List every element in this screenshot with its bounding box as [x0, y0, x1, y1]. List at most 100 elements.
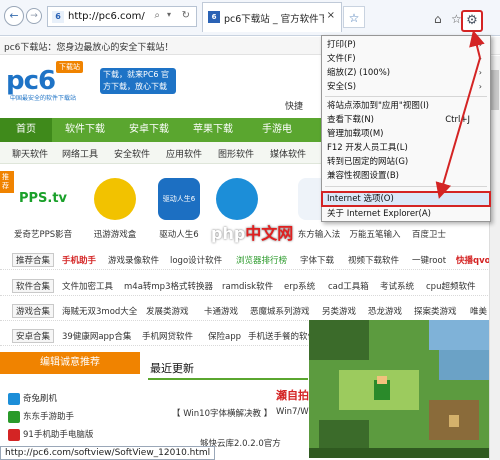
tag-link[interactable]: 视频下载软件	[348, 254, 399, 266]
tag-link[interactable]: 探案类游戏	[414, 305, 457, 317]
tag-link[interactable]: 恐龙游戏	[368, 305, 402, 317]
app-icon	[8, 392, 20, 405]
address-dropdown-icon[interactable]: ▾	[167, 10, 171, 19]
tag-link[interactable]: 考试系统	[380, 280, 414, 292]
app-label: 驱动人生6	[159, 230, 199, 240]
menu-about-ie[interactable]: 关于 Internet Explorer(A)	[322, 207, 490, 221]
editor-pick-label: 奇兔刷机	[23, 394, 58, 404]
quick-link[interactable]: 快捷	[285, 99, 303, 112]
editor-pick-item[interactable]: 奇兔刷机	[8, 392, 57, 405]
search-icon[interactable]: ⌕	[154, 10, 160, 21]
submenu-arrow-icon: ›	[478, 68, 482, 77]
news-link[interactable]: Win7/Wi	[276, 407, 311, 417]
latest-updates-title[interactable]: 最近更新	[150, 360, 194, 376]
logo-badge: 下载站	[56, 61, 83, 73]
menu-print[interactable]: 打印(P) ›	[322, 38, 490, 52]
pps-logo-icon: PPS.tv	[15, 178, 71, 220]
app-label: 爱奇艺PPS影音	[14, 230, 73, 240]
app-label: 迅游游戏盒	[93, 230, 137, 240]
new-tab-button[interactable]: ☆	[343, 6, 365, 28]
editor-picks-title: 编辑诚意推荐	[0, 352, 140, 374]
tag-link[interactable]: logo设计软件	[170, 254, 222, 266]
tag-row-recommended: 推荐合集 手机助手 游戏录像软件 logo设计软件 浏览器排行榜 字体下载 视频…	[0, 250, 500, 270]
menu-shortcut: Ctrl+J	[445, 115, 470, 125]
category-security[interactable]: 安全软件	[114, 147, 150, 160]
tag-link[interactable]: cad工具箱	[328, 280, 369, 292]
menu-dev-tools[interactable]: F12 开发人员工具(L)	[322, 141, 490, 155]
tag-link[interactable]: 保险app	[208, 330, 241, 342]
menu-safety[interactable]: 安全(S) ›	[322, 80, 490, 94]
site-favicon-icon: 6	[52, 11, 64, 23]
tag-link[interactable]: 手机送手餐的软件	[248, 330, 316, 342]
editor-pick-item[interactable]: 东东手游助手	[8, 410, 74, 423]
tab-close-icon[interactable]: ×	[327, 10, 335, 21]
tag-link[interactable]: 游戏录像软件	[108, 254, 159, 266]
tag-link[interactable]: 卡通游戏	[204, 305, 238, 317]
menu-label: 管理加载项(M)	[327, 129, 384, 139]
browser-tab[interactable]: 6 pc6下载站 _ 官方软件下载... ×	[202, 2, 342, 32]
tag-link[interactable]: 手机助手	[62, 254, 96, 266]
tag-link[interactable]: 恶魔城系列游戏	[250, 305, 310, 317]
forward-button[interactable]: →	[26, 8, 42, 24]
tag-link[interactable]: 发展类游戏	[146, 305, 189, 317]
refresh-icon[interactable]: ↻	[182, 10, 190, 21]
category-network[interactable]: 网络工具	[62, 147, 98, 160]
scrollbar-thumb[interactable]	[491, 70, 499, 110]
app-label: 百度卫士	[411, 230, 446, 240]
menu-compat-view[interactable]: 兼容性视图设置(B)	[322, 169, 490, 183]
nav-home[interactable]: 首页	[0, 118, 52, 142]
nav-mobile-games[interactable]: 手游电	[246, 118, 308, 142]
tag-link[interactable]: 手机网贷软件	[142, 330, 193, 342]
nav-apple[interactable]: 苹果下载	[182, 118, 244, 142]
tag-link[interactable]: ramdisk软件	[222, 280, 273, 292]
editor-pick-item[interactable]: 91手机助手电脑版	[8, 428, 93, 441]
address-bar[interactable]: 6 http://pc6.com/ ⌕ ▾ ↻	[47, 6, 197, 27]
category-graphics[interactable]: 图形软件	[218, 147, 254, 160]
tag-link[interactable]: m4a转mp3格式转换器	[124, 280, 213, 292]
site-notice: pc6下载站：您身边最放心的安全下载站！	[4, 43, 174, 53]
news-link[interactable]: 【 Win10字体横解决教 】	[172, 407, 272, 419]
category-media[interactable]: 媒体软件	[270, 147, 306, 160]
site-logo[interactable]: pc6 下载站 中国最安全的软件下载站	[6, 60, 96, 102]
category-apps[interactable]: 应用软件	[166, 147, 202, 160]
app-driver-life[interactable]: 驱动人生6 驱动人生6	[150, 170, 208, 240]
menu-manage-addons[interactable]: 管理加载项(M)	[322, 127, 490, 141]
menu-zoom[interactable]: 缩放(Z) (100%) ›	[322, 66, 490, 80]
tag-link[interactable]: 浏览器排行榜	[236, 254, 287, 266]
menu-internet-options[interactable]: Internet 选项(O)	[321, 191, 491, 207]
category-chat[interactable]: 聊天软件	[12, 147, 48, 160]
tools-gear-icon[interactable]: ⚙	[461, 10, 483, 32]
editor-pick-label: 东东手游助手	[23, 412, 75, 422]
menu-view-downloads[interactable]: 查看下载(N) Ctrl+J	[322, 113, 490, 127]
nav-android[interactable]: 安卓下载	[118, 118, 180, 142]
app-pps[interactable]: PPS.tv 爱奇艺PPS影音	[14, 170, 72, 240]
tag-link[interactable]: erp系统	[284, 280, 315, 292]
tag-link[interactable]: 文件加密工具	[62, 280, 113, 292]
app-xunyou[interactable]: 迅游游戏盒	[86, 170, 144, 240]
submenu-arrow-icon: ›	[478, 54, 482, 63]
site-slogan: 下载，就来PC6 官方下载，放心下载	[100, 68, 176, 94]
watermark-php: php	[211, 224, 246, 243]
app-icon	[8, 410, 20, 423]
tag-row-head: 软件合集	[12, 279, 55, 293]
address-url[interactable]: http://pc6.com/	[68, 11, 145, 22]
tag-link[interactable]: cpu超频软件	[426, 280, 475, 292]
status-url: http://pc6.com/softview/SoftView_12010.h…	[0, 446, 216, 460]
tag-link[interactable]: 39健康网app合集	[62, 330, 131, 342]
tag-link[interactable]: 字体下载	[300, 254, 334, 266]
menu-add-to-apps[interactable]: 将站点添加到"应用"视图(I)	[322, 99, 490, 113]
home-icon[interactable]: ⌂	[434, 12, 442, 26]
tag-link[interactable]: 唯美	[470, 305, 487, 317]
menu-pinned-sites[interactable]: 转到已固定的网站(G)	[322, 155, 490, 169]
xunyou-icon	[94, 178, 136, 220]
tag-link[interactable]: 海贼无双3mod大全	[62, 305, 137, 317]
tag-link[interactable]: 一键root	[412, 254, 446, 266]
nav-software[interactable]: 软件下载	[54, 118, 116, 142]
tag-link[interactable]: 另类游戏	[322, 305, 356, 317]
menu-file[interactable]: 文件(F) ›	[322, 52, 490, 66]
back-button[interactable]: ←	[4, 6, 24, 26]
game-screenshot[interactable]	[309, 320, 499, 458]
tag-row-software: 软件合集 文件加密工具 m4a转mp3格式转换器 ramdisk软件 erp系统…	[0, 276, 500, 296]
headline[interactable]: 瀬自拍	[276, 387, 309, 403]
tag-link[interactable]: 快播qvo	[456, 254, 490, 266]
